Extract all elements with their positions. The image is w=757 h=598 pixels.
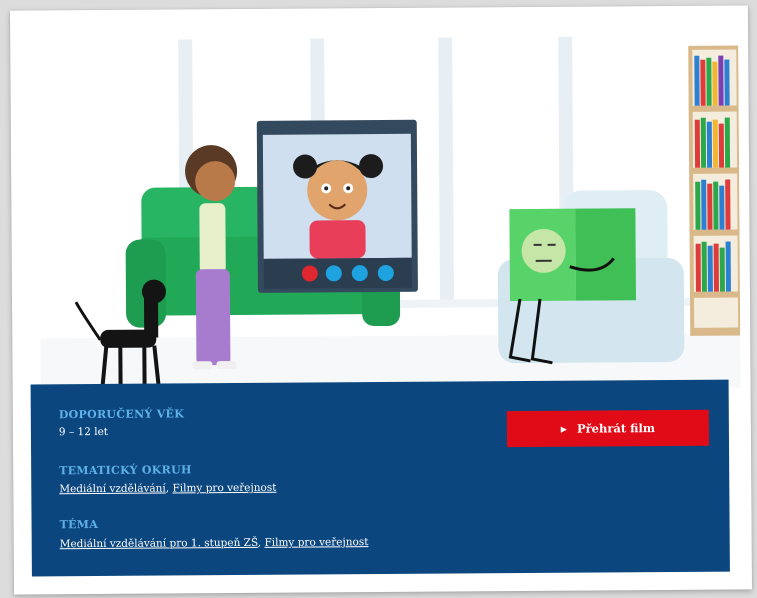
play-film-button[interactable]: ▶ Přehrát film: [506, 409, 710, 448]
more-icon: [377, 264, 394, 281]
link-media-education[interactable]: Mediální vzdělávání: [59, 483, 166, 496]
play-film-label: Přehrát film: [576, 421, 656, 436]
play-icon: ▶: [560, 423, 567, 434]
age-label: DOPORUČENÝ VĚK: [58, 407, 185, 422]
age-value: 9 – 12 let: [58, 425, 109, 439]
photo-frame: DOPORUČENÝ VĚK 9 – 12 let TEMATICKÝ OKRU…: [9, 5, 753, 595]
film-details-panel: DOPORUČENÝ VĚK 9 – 12 let TEMATICKÝ OKRU…: [30, 379, 730, 577]
microphone-icon: [351, 265, 368, 282]
bookshelf: [688, 45, 741, 336]
theme-label: TÉMA: [59, 517, 99, 532]
topic-area-label: TEMATICKÝ OKRUH: [59, 463, 192, 478]
link-public-films[interactable]: Filmy pro veřejnost: [172, 482, 276, 495]
hang-up-icon: [301, 265, 318, 282]
link-media-education-primary[interactable]: Mediální vzdělávání pro 1. stupeň ZŠ: [60, 537, 258, 550]
link-public-films-theme[interactable]: Filmy pro veřejnost: [264, 536, 368, 549]
video-call-window: [256, 119, 418, 293]
theme-links: Mediální vzdělávání pro 1. stupeň ZŠ, Fi…: [60, 536, 369, 550]
camera-icon: [325, 265, 342, 282]
topic-area-links: Mediální vzdělávání, Filmy pro veřejnost: [59, 482, 276, 496]
film-illustration: [38, 35, 741, 393]
